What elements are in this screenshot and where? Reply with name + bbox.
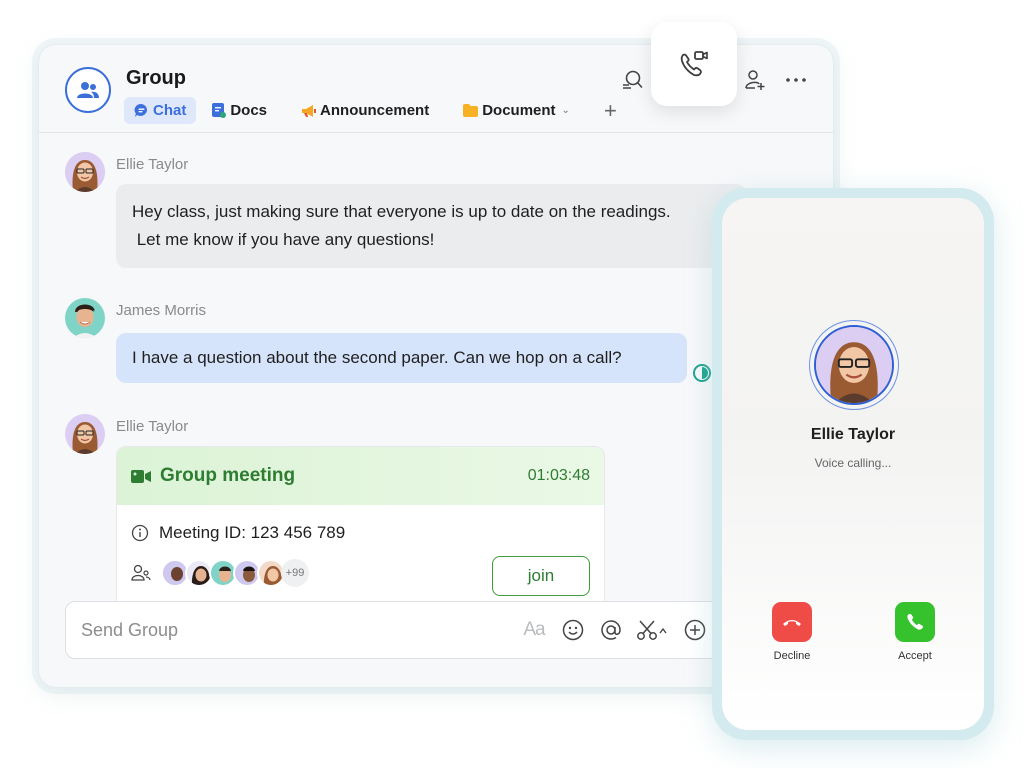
incoming-call-phone: Ellie Taylor Voice calling... Decline Ac… [712,188,994,740]
tab-label: Chat [153,102,187,119]
message-line: Hey class, just making sure that everyon… [132,202,671,221]
join-button[interactable]: join [492,556,590,596]
screenshot-button[interactable] [636,617,670,643]
folder-icon [463,104,479,117]
decline-button[interactable] [772,602,812,642]
add-tab-button[interactable]: + [604,98,617,124]
meeting-duration: 01:03:48 [527,467,590,484]
meeting-title: Group meeting [160,465,296,486]
meeting-header: Group meeting 01:03:48 [117,447,604,505]
tab-bar: Chat Docs Announcement Document ⌄ + [124,97,617,124]
tab-label: Document [482,102,556,119]
call-button[interactable] [651,22,737,106]
search-icon [623,70,643,89]
phone-icon [907,613,923,630]
avatar[interactable] [65,414,105,454]
ellie-taylor-avatar-image [816,327,892,403]
attach-more-button[interactable] [682,617,708,643]
tab-document[interactable]: Document ⌄ [453,97,580,124]
video-camera-icon [131,469,151,483]
participants-icon [131,564,151,581]
more-icon [786,78,806,82]
tab-label: Announcement [320,102,430,119]
read-status [692,363,712,388]
text-format-icon: Aa [523,619,545,640]
call-video-icon [680,51,708,77]
message-bubble: I have a question about the second paper… [116,333,687,383]
group-users-icon [77,82,99,98]
emoji-button[interactable] [560,617,586,643]
hang-up-icon [783,620,801,626]
read-receipt-icon [693,364,711,382]
more-participants-count[interactable]: +99 [281,559,309,587]
sender-name: Ellie Taylor [116,418,189,435]
chevron-down-icon: ⌄ [561,105,570,116]
ellie-taylor-avatar-image [65,414,105,454]
participants-row: +99 [131,559,309,587]
caller-name: Ellie Taylor [810,426,896,443]
group-title: Group [126,67,186,89]
sender-name: James Morris [116,302,207,319]
message-bubble: Hey class, just making sure that everyon… [116,184,746,268]
tab-label: Docs [230,102,268,119]
tab-chat[interactable]: Chat [124,97,197,124]
phone-screen: Ellie Taylor Voice calling... Decline Ac… [722,198,984,730]
message-input-placeholder: Send Group [81,620,179,640]
call-status: Voice calling... [814,456,892,470]
caller-avatar [814,325,894,405]
mention-button[interactable] [598,617,624,643]
text-format-button[interactable]: Aa [520,617,548,643]
james-morris-avatar-image [65,298,105,338]
chat-bubble-icon [134,103,147,117]
docs-icon [212,103,227,118]
ellie-taylor-avatar-image [65,152,105,192]
scissors-icon [637,620,667,640]
caller-avatar-ring [809,320,899,410]
search-button[interactable] [619,67,645,93]
more-button[interactable] [783,67,809,93]
add-member-icon [745,70,765,90]
message-line: Let me know if you have any questions! [132,230,435,249]
message-input[interactable]: Send Group Aa [65,601,765,659]
accept-button[interactable] [895,602,935,642]
at-mention-icon [601,620,621,640]
meeting-card: Group meeting 01:03:48 Meeting ID: 123 4… [116,446,605,606]
avatar[interactable] [65,298,105,338]
info-icon [131,524,149,542]
tab-docs[interactable]: Docs [202,97,277,124]
meeting-id: Meeting ID: 123 456 789 [159,523,346,542]
sender-name: Ellie Taylor [116,156,189,173]
plus-circle-icon [684,619,706,641]
meeting-id-row: Meeting ID: 123 456 789 [131,523,345,543]
decline-label: Decline [773,650,811,662]
avatar[interactable] [65,152,105,192]
megaphone-icon [302,104,317,117]
emoji-icon [562,619,584,641]
accept-label: Accept [898,650,932,662]
message-line: I have a question about the second paper… [132,348,622,367]
add-member-button[interactable] [742,67,768,93]
group-avatar[interactable] [65,67,111,113]
tab-announcement[interactable]: Announcement [291,97,439,124]
input-toolbar: Aa [520,617,708,643]
